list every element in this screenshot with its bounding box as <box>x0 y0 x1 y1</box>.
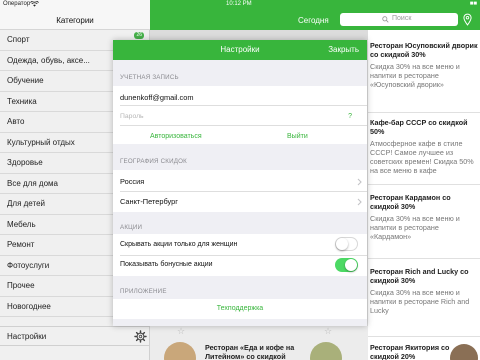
toggle-knob <box>345 259 357 271</box>
geography-group: Россия Санкт-Петербург <box>113 170 367 212</box>
section-header-app: ПРИЛОЖЕНИЕ <box>120 288 167 295</box>
battery-icon: ■■ <box>469 1 477 7</box>
star-icon[interactable]: ☆ <box>177 326 185 337</box>
password-help-button[interactable]: ? <box>348 113 352 120</box>
deal-title: Ресторан Юсуповский дворик со скидкой 30… <box>370 41 478 59</box>
divider <box>120 255 367 256</box>
password-field[interactable]: Пароль <box>120 113 144 120</box>
settings-label: Настройки <box>7 332 47 341</box>
bonus-label: Показывать бонусные акции <box>120 261 213 268</box>
divider <box>120 105 367 106</box>
sidebar-title: Категории <box>56 16 94 25</box>
status-bar: Оператор 10:12 PM ■■ <box>0 0 480 9</box>
section-header-account: УЧЕТНАЯ ЗАПИСЬ <box>120 74 179 81</box>
divider <box>368 258 480 259</box>
location-pin-icon[interactable] <box>463 13 472 26</box>
deal-description: Атмосферное кафе в стиле СССР! Самое луч… <box>370 139 474 175</box>
deal-title: Ресторан Rich and Lucky со скидкой 30% <box>370 267 469 285</box>
women-only-toggle[interactable] <box>335 237 358 251</box>
status-time: 10:12 PM <box>226 1 252 7</box>
star-icon[interactable]: ☆ <box>324 326 332 337</box>
gear-icon[interactable] <box>134 330 147 343</box>
toggle-knob <box>336 238 348 250</box>
divider <box>368 336 480 337</box>
chevron-right-icon <box>357 178 362 186</box>
promos-group: Скрывать акции только для женщин Показыв… <box>113 234 367 276</box>
settings-modal: Настройки Закрыть УЧЕТНАЯ ЗАПИСЬ dunenko… <box>113 40 367 326</box>
divider <box>368 112 480 113</box>
divider <box>368 184 480 185</box>
wifi-icon <box>30 1 39 7</box>
app-root: Оператор 10:12 PM ■■ Категории Спорт Одеж… <box>0 0 480 360</box>
search-input[interactable]: Поиск <box>340 13 458 26</box>
section-header-promos: АКЦИИ <box>120 224 143 231</box>
divider <box>120 125 367 126</box>
settings-row[interactable]: Настройки <box>0 326 150 346</box>
account-group: dunenkoff@gmail.com Пароль ? Авторизоват… <box>113 86 367 144</box>
app-group: Техподдержка <box>113 299 367 319</box>
deal-card[interactable]: Ресторан Юсуповский дворик со скидкой 30… <box>370 41 478 89</box>
deal-description: Скидка 30% на все меню и напитки в ресто… <box>370 288 470 315</box>
deal-description: Скидка 30% на все меню и напитки в ресто… <box>370 214 460 241</box>
search-placeholder: Поиск <box>392 15 412 22</box>
city-row[interactable]: Санкт-Петербург <box>120 197 178 206</box>
support-button[interactable]: Техподдержка <box>113 305 367 312</box>
login-button[interactable]: Авторизоваться <box>150 133 202 140</box>
carrier-label: Оператор <box>3 1 31 7</box>
email-field[interactable]: dunenkoff@gmail.com <box>120 93 194 102</box>
deal-description: Скидка 30% на все меню и напитки в ресто… <box>370 62 460 89</box>
count-badge: 26 <box>134 32 144 39</box>
deal-card[interactable]: Кафе-бар СССР со скидкой 50% Атмосферное… <box>370 118 478 175</box>
deal-title[interactable]: Ресторан «Еда и кофе на Литейном» со ски… <box>205 343 307 360</box>
divider <box>120 191 367 192</box>
deal-title: Ресторан Кардамон со скидкой 30% <box>370 193 451 211</box>
section-header-geography: ГЕОГРАФИЯ СКИДОК <box>120 158 187 165</box>
chevron-right-icon <box>357 198 362 206</box>
deal-card[interactable]: Ресторан Кардамон со скидкой 30% Скидка … <box>370 193 478 241</box>
deal-title: Кафе-бар СССР со скидкой 50% <box>370 118 468 136</box>
close-button[interactable]: Закрыть <box>328 45 359 54</box>
search-icon <box>382 16 389 23</box>
bonus-toggle[interactable] <box>335 258 358 272</box>
country-row[interactable]: Россия <box>120 177 144 186</box>
deal-card[interactable]: Ресторан Rich and Lucky со скидкой 30% С… <box>370 267 478 315</box>
logout-button[interactable]: Выйти <box>287 133 308 140</box>
women-only-label: Скрывать акции только для женщин <box>120 241 238 248</box>
today-tab[interactable]: Сегодня <box>298 16 329 25</box>
modal-header: Настройки Закрыть <box>113 40 367 60</box>
